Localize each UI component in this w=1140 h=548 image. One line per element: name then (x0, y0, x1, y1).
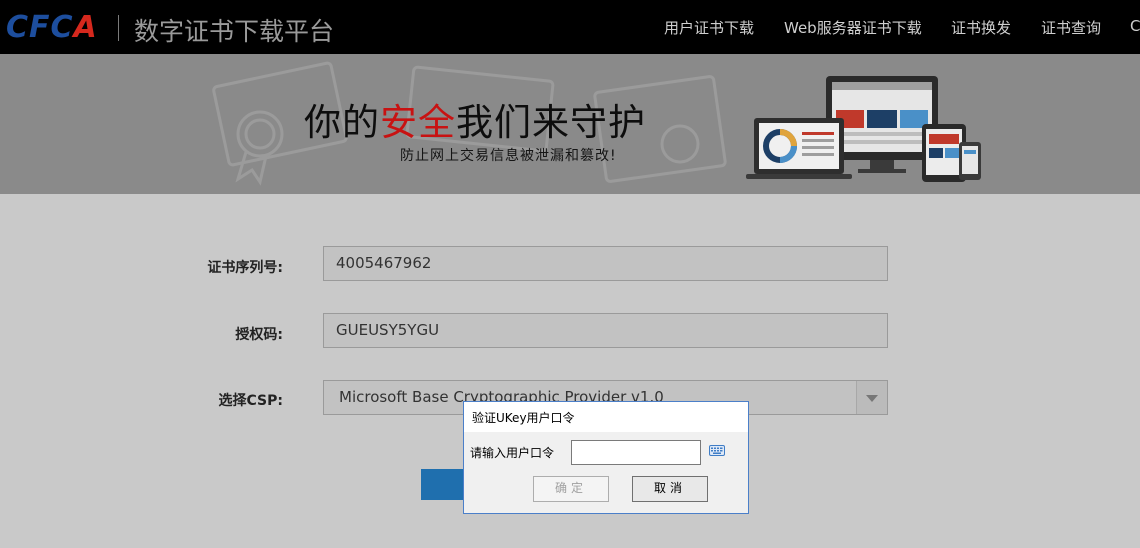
nav-item-truncated[interactable]: C (1130, 17, 1140, 35)
auth-code-field[interactable]: GUEUSY5YGU (323, 313, 888, 348)
ukey-password-dialog: 验证UKey用户口令 请输入用户口令 确定 取消 (463, 401, 749, 514)
logo-text-accent: A (73, 10, 98, 45)
keyboard-icon[interactable] (709, 445, 725, 456)
chevron-down-icon[interactable] (856, 381, 887, 414)
dialog-titlebar[interactable]: 验证UKey用户口令 (464, 402, 748, 432)
auth-code-value: GUEUSY5YGU (336, 321, 440, 339)
dialog-title: 验证UKey用户口令 (472, 411, 575, 425)
cancel-button[interactable]: 取消 (632, 476, 708, 502)
top-header: CFCA 数字证书下载平台 用户证书下载 Web服务器证书下载 证书换发 证书查… (0, 0, 1140, 54)
hero-banner: 你的安全我们来守护 防止网上交易信息被泄漏和篡改! (0, 54, 1140, 194)
password-prompt-label: 请输入用户口令 (470, 446, 555, 460)
serial-number-field[interactable]: 4005467962 (323, 246, 888, 281)
serial-number-value: 4005467962 (336, 254, 432, 272)
cfca-logo[interactable]: CFCA (6, 10, 98, 45)
logo-divider (118, 15, 119, 41)
auth-code-label: 授权码: (235, 327, 283, 343)
ukey-password-input[interactable] (571, 440, 701, 465)
banner-subtitle: 防止网上交易信息被泄漏和篡改! (400, 148, 617, 164)
csp-label: 选择CSP: (218, 393, 283, 409)
nav-cert-query[interactable]: 证书查询 (1041, 17, 1101, 38)
nav-user-cert-download[interactable]: 用户证书下载 (664, 17, 754, 38)
devices-illustration (746, 76, 981, 182)
banner-slogan: 你的安全我们来守护 (304, 92, 646, 146)
nav-cert-renewal[interactable]: 证书换发 (951, 17, 1011, 38)
logo-text: CFCA (6, 10, 98, 45)
nav-web-server-cert-download[interactable]: Web服务器证书下载 (784, 17, 922, 38)
submit-button[interactable] (421, 469, 466, 500)
ok-button[interactable]: 确定 (533, 476, 609, 502)
slogan-part2: 我们来守护 (456, 101, 646, 144)
slogan-part1: 你的 (304, 101, 380, 144)
serial-number-label: 证书序列号: (207, 260, 283, 276)
site-title: 数字证书下载平台 (134, 17, 335, 46)
slogan-highlight: 安全 (380, 101, 456, 144)
